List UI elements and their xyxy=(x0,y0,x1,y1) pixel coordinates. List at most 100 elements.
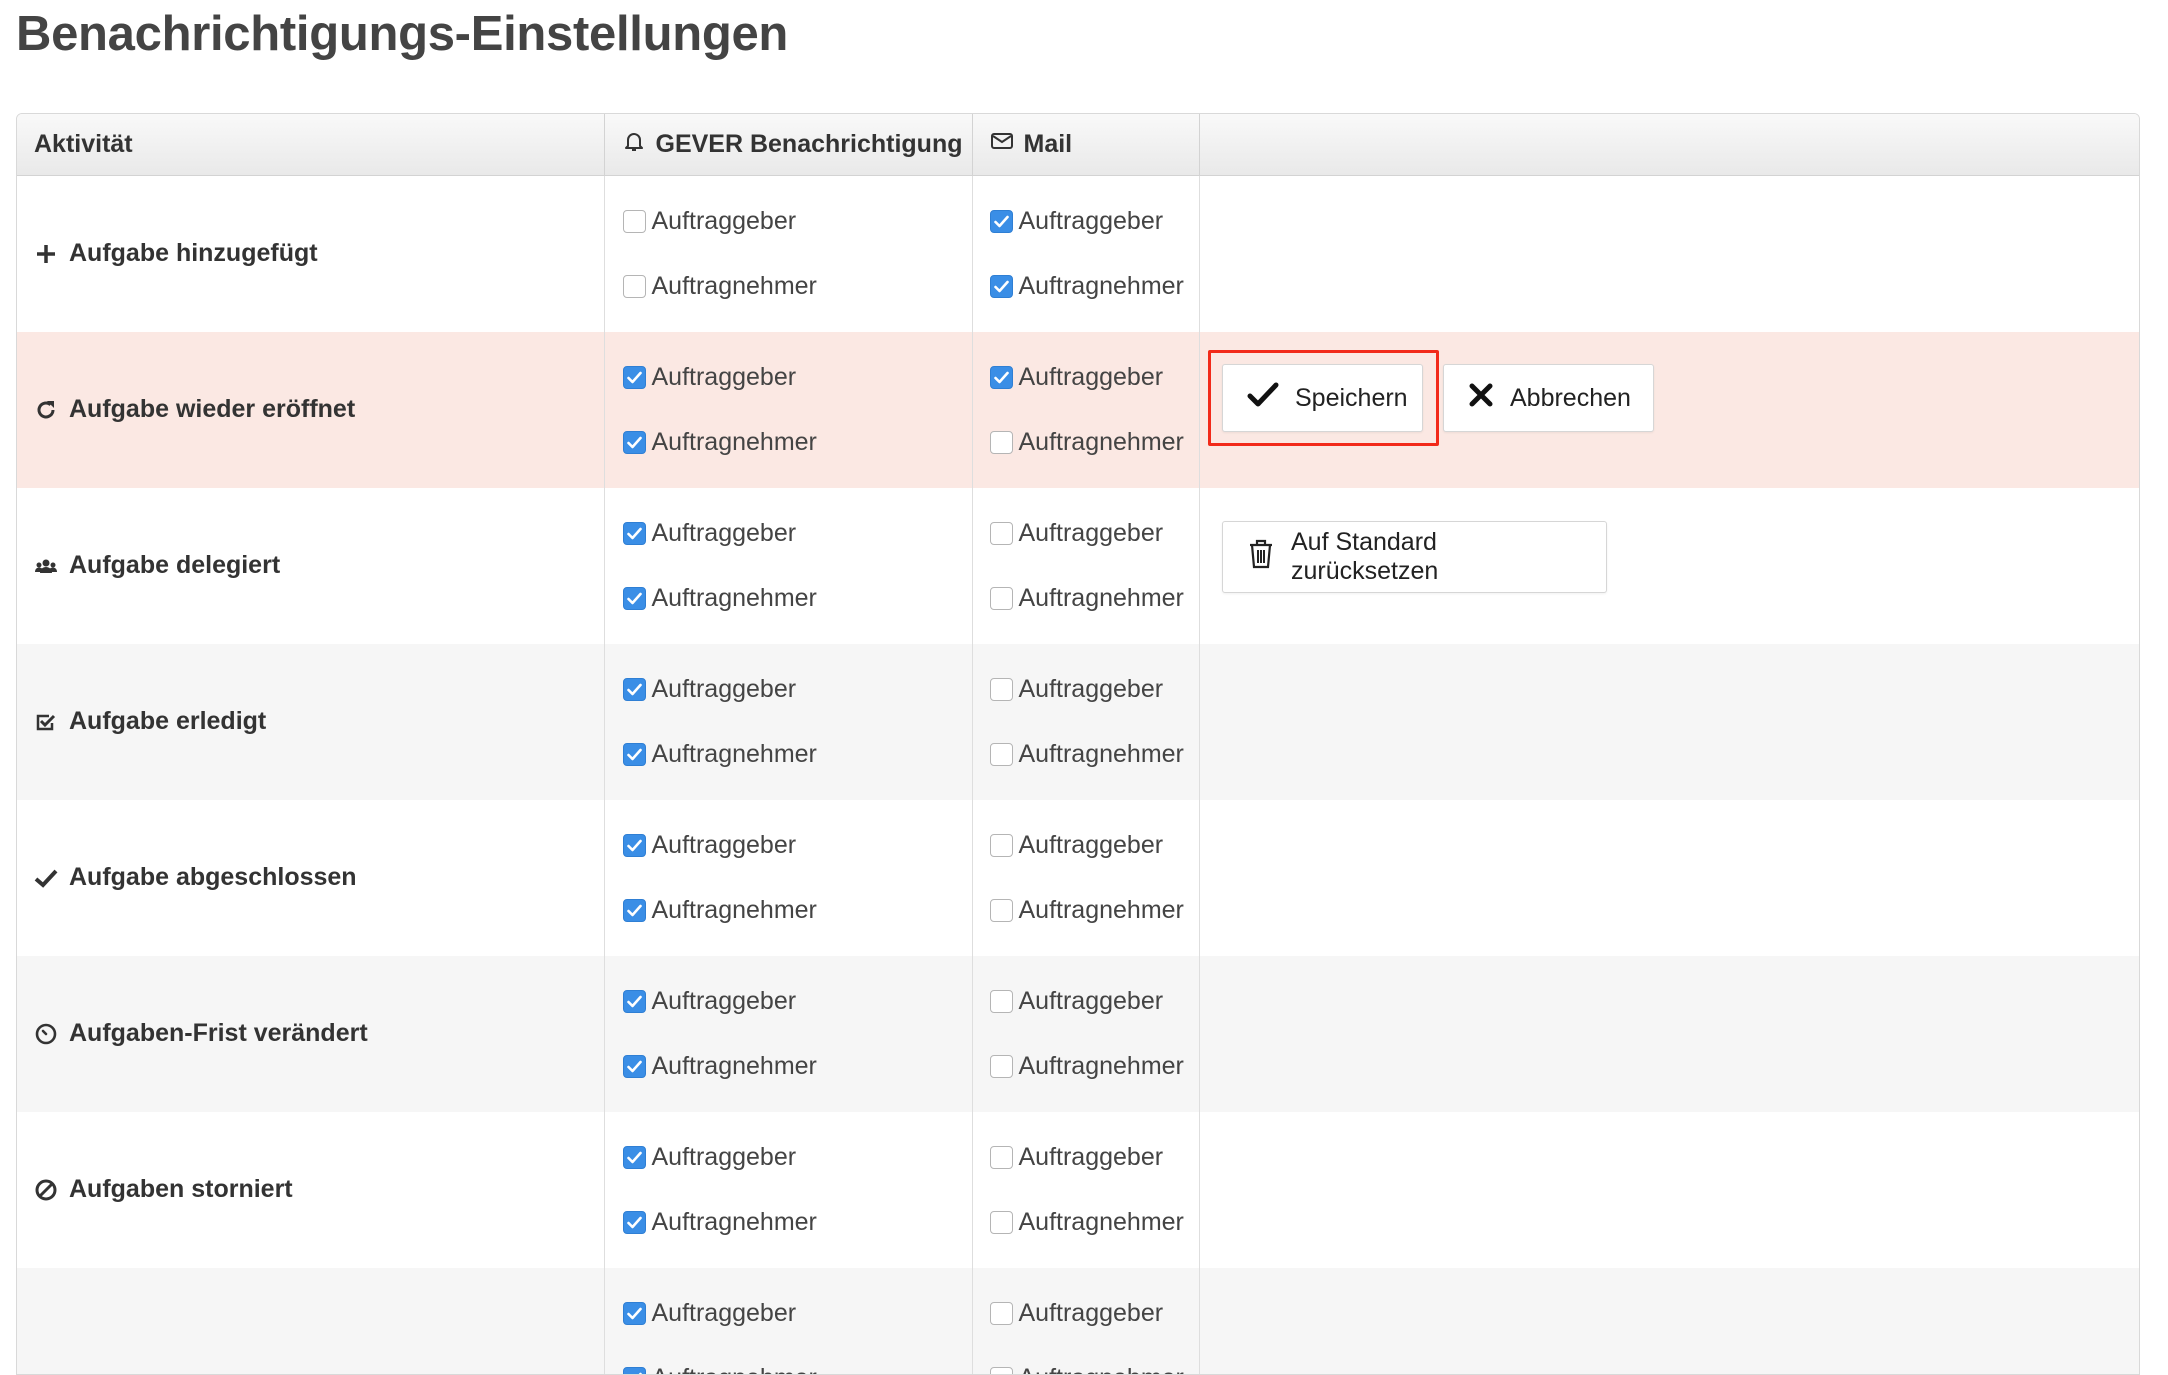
gever-taker-checkbox[interactable] xyxy=(623,1055,646,1078)
mail-giver-option[interactable]: Auftraggeber xyxy=(990,1281,1199,1346)
mail-giver-checkbox[interactable] xyxy=(990,366,1013,389)
activity-label: Aufgabe delegiert xyxy=(69,551,280,580)
gever-taker-option[interactable]: Auftragnehmer xyxy=(623,410,972,475)
mail-giver-option[interactable]: Auftraggeber xyxy=(990,501,1199,566)
option-label: Auftraggeber xyxy=(1019,1143,1164,1172)
gever-taker-checkbox[interactable] xyxy=(623,1367,646,1375)
mail-taker-option[interactable]: Auftragnehmer xyxy=(990,254,1199,319)
option-label: Auftragnehmer xyxy=(652,272,817,301)
mail-giver-checkbox[interactable] xyxy=(990,834,1013,857)
mail-taker-option[interactable]: Auftragnehmer xyxy=(990,410,1199,475)
gever-taker-option[interactable]: Auftragnehmer xyxy=(623,1190,972,1255)
mail-taker-option[interactable]: Auftragnehmer xyxy=(990,722,1199,787)
table-row: Aufgabe hinzugefügt Auftraggeber Auftrag… xyxy=(17,176,2139,332)
gever-cell: Auftraggeber Auftragnehmer xyxy=(604,800,972,956)
gever-taker-option[interactable]: Auftragnehmer xyxy=(623,254,972,319)
mail-taker-option[interactable]: Auftragnehmer xyxy=(990,1190,1199,1255)
mail-giver-option[interactable]: Auftraggeber xyxy=(990,969,1199,1034)
gever-taker-option[interactable]: Auftragnehmer xyxy=(623,722,972,787)
gever-taker-checkbox[interactable] xyxy=(623,275,646,298)
mail-giver-checkbox[interactable] xyxy=(990,522,1013,545)
gever-giver-option[interactable]: Auftraggeber xyxy=(623,189,972,254)
column-header-actions xyxy=(1199,114,2139,176)
gever-taker-checkbox[interactable] xyxy=(623,1211,646,1234)
mail-cell: Auftraggeber Auftragnehmer xyxy=(972,644,1199,800)
gever-taker-checkbox[interactable] xyxy=(623,899,646,922)
gever-giver-option[interactable]: Auftraggeber xyxy=(623,501,972,566)
gever-giver-checkbox[interactable] xyxy=(623,1302,646,1325)
mail-giver-option[interactable]: Auftraggeber xyxy=(990,189,1199,254)
activity-label: Aufgaben-Frist verändert xyxy=(69,1019,368,1048)
gever-taker-option[interactable]: Auftragnehmer xyxy=(623,1346,972,1375)
mail-cell: Auftraggeber Auftragnehmer xyxy=(972,800,1199,956)
mail-giver-option[interactable]: Auftraggeber xyxy=(990,345,1199,410)
gever-cell: Auftraggeber Auftragnehmer xyxy=(604,176,972,332)
mail-taker-option[interactable]: Auftragnehmer xyxy=(990,878,1199,943)
gever-giver-option[interactable]: Auftraggeber xyxy=(623,1125,972,1190)
cancel-button-label: Abbrechen xyxy=(1510,384,1631,413)
cancel-button[interactable]: Abbrechen xyxy=(1443,364,1654,432)
gever-giver-option[interactable]: Auftraggeber xyxy=(623,657,972,722)
page-title: Benachrichtigungs-Einstellungen xyxy=(16,6,788,62)
actions-cell xyxy=(1199,176,2139,332)
activity-label: Aufgabe erledigt xyxy=(69,707,266,736)
notification-settings-table: Aktivität GEVER Benachrichtigung xyxy=(16,113,2140,1375)
option-label: Auftragnehmer xyxy=(652,428,817,457)
gever-taker-checkbox[interactable] xyxy=(623,587,646,610)
column-header-gever: GEVER Benachrichtigung xyxy=(604,114,972,176)
mail-taker-checkbox[interactable] xyxy=(990,587,1013,610)
mail-taker-option[interactable]: Auftragnehmer xyxy=(990,1034,1199,1099)
gever-giver-checkbox[interactable] xyxy=(623,990,646,1013)
gever-taker-option[interactable]: Auftragnehmer xyxy=(623,1034,972,1099)
mail-giver-checkbox[interactable] xyxy=(990,210,1013,233)
mail-taker-checkbox[interactable] xyxy=(990,431,1013,454)
gever-cell: Auftraggeber Auftragnehmer xyxy=(604,1112,972,1268)
gever-taker-option[interactable]: Auftragnehmer xyxy=(623,566,972,631)
gever-taker-checkbox[interactable] xyxy=(623,743,646,766)
mail-cell: Auftraggeber Auftragnehmer xyxy=(972,956,1199,1112)
mail-taker-checkbox[interactable] xyxy=(990,1211,1013,1234)
activity-label: Aufgabe abgeschlossen xyxy=(69,863,357,892)
gever-giver-option[interactable]: Auftraggeber xyxy=(623,1281,972,1346)
mail-taker-checkbox[interactable] xyxy=(990,743,1013,766)
column-header-mail: Mail xyxy=(972,114,1199,176)
mail-giver-checkbox[interactable] xyxy=(990,1302,1013,1325)
gever-giver-option[interactable]: Auftraggeber xyxy=(623,813,972,878)
mail-taker-checkbox[interactable] xyxy=(990,899,1013,922)
mail-giver-option[interactable]: Auftraggeber xyxy=(990,1125,1199,1190)
reset-to-default-button[interactable]: Auf Standard zurücksetzen xyxy=(1222,521,1607,593)
option-label: Auftragnehmer xyxy=(1019,584,1184,613)
mail-taker-checkbox[interactable] xyxy=(990,275,1013,298)
gever-giver-checkbox[interactable] xyxy=(623,522,646,545)
column-header-label: Aktivität xyxy=(34,130,133,159)
gever-giver-checkbox[interactable] xyxy=(623,834,646,857)
column-header-label: GEVER Benachrichtigung xyxy=(656,130,963,159)
gever-giver-checkbox[interactable] xyxy=(623,678,646,701)
mail-giver-checkbox[interactable] xyxy=(990,678,1013,701)
gever-giver-option[interactable]: Auftraggeber xyxy=(623,969,972,1034)
gever-cell: Auftraggeber Auftragnehmer xyxy=(604,1268,972,1375)
activity-cell: Aufgabe delegiert xyxy=(17,488,604,644)
mail-giver-option[interactable]: Auftraggeber xyxy=(990,657,1199,722)
option-label: Auftraggeber xyxy=(652,1299,797,1328)
actions-cell xyxy=(1199,644,2139,800)
mail-giver-checkbox[interactable] xyxy=(990,990,1013,1013)
gever-taker-option[interactable]: Auftragnehmer xyxy=(623,878,972,943)
mail-taker-checkbox[interactable] xyxy=(990,1055,1013,1078)
mail-taker-option[interactable]: Auftragnehmer xyxy=(990,1346,1199,1375)
refresh-icon xyxy=(33,397,59,423)
mail-taker-option[interactable]: Auftragnehmer xyxy=(990,566,1199,631)
option-label: Auftraggeber xyxy=(652,987,797,1016)
mail-giver-option[interactable]: Auftraggeber xyxy=(990,813,1199,878)
mail-giver-checkbox[interactable] xyxy=(990,1146,1013,1169)
gever-giver-checkbox[interactable] xyxy=(623,1146,646,1169)
option-label: Auftragnehmer xyxy=(1019,740,1184,769)
mail-taker-checkbox[interactable] xyxy=(990,1367,1013,1375)
gever-giver-checkbox[interactable] xyxy=(623,210,646,233)
gever-giver-checkbox[interactable] xyxy=(623,366,646,389)
mail-cell: Auftraggeber Auftragnehmer xyxy=(972,1112,1199,1268)
gever-giver-option[interactable]: Auftraggeber xyxy=(623,345,972,410)
activity-cell: Aufgabe erledigt xyxy=(17,644,604,800)
mail-cell: Auftraggeber Auftragnehmer xyxy=(972,488,1199,644)
gever-taker-checkbox[interactable] xyxy=(623,431,646,454)
